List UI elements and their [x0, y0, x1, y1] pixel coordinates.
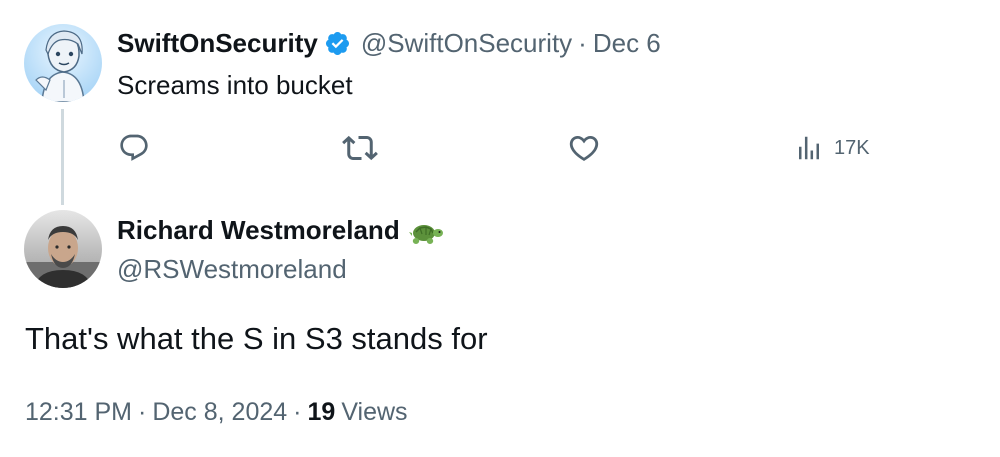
heart-icon — [569, 135, 599, 161]
reply-meta-row: 12:31 PM · Dec 8, 2024 · 19 Views — [25, 394, 408, 430]
parent-separator: · — [578, 27, 587, 58]
reply-bubble-icon — [120, 134, 148, 161]
views-bar-chart-icon — [799, 136, 819, 160]
parent-avatar[interactable] — [24, 24, 102, 102]
reply-avatar[interactable] — [24, 210, 102, 288]
reply-date[interactable]: Dec 8, 2024 — [152, 398, 287, 427]
like-button[interactable] — [567, 130, 601, 166]
parent-tweet-text: Screams into bucket — [117, 70, 353, 100]
thread-connector-line — [61, 109, 64, 205]
parent-avatar-image — [24, 24, 102, 102]
meta-separator-1: · — [138, 397, 147, 426]
retweet-icon — [342, 135, 378, 161]
reply-display-name[interactable]: Richard Westmoreland — [117, 215, 400, 246]
turtle-icon — [408, 220, 444, 250]
verified-badge-icon[interactable] — [324, 30, 351, 57]
reply-tweet-text: That's what the S in S3 stands for — [25, 321, 488, 356]
parent-handle[interactable]: @SwiftOnSecurity — [361, 28, 572, 59]
parent-display-name[interactable]: SwiftOnSecurity — [117, 28, 318, 59]
views-count: 17K — [834, 136, 870, 159]
reply-views-label: Views — [341, 397, 408, 426]
reply-author-row: Richard Westmoreland — [117, 212, 444, 248]
parent-date[interactable]: Dec 6 — [593, 28, 661, 59]
reply-views-number: 19 — [307, 397, 336, 426]
reply-avatar-image — [24, 210, 102, 288]
reply-time[interactable]: 12:31 PM — [25, 398, 132, 427]
reply-button[interactable] — [118, 130, 150, 166]
retweet-button[interactable] — [342, 130, 378, 166]
views-button[interactable]: 17K — [794, 130, 870, 166]
parent-author-row: SwiftOnSecurity @SwiftOnSecurity · Dec 6 — [117, 26, 661, 60]
meta-separator-2: · — [293, 397, 302, 426]
reply-handle[interactable]: @RSWestmoreland — [117, 252, 347, 286]
